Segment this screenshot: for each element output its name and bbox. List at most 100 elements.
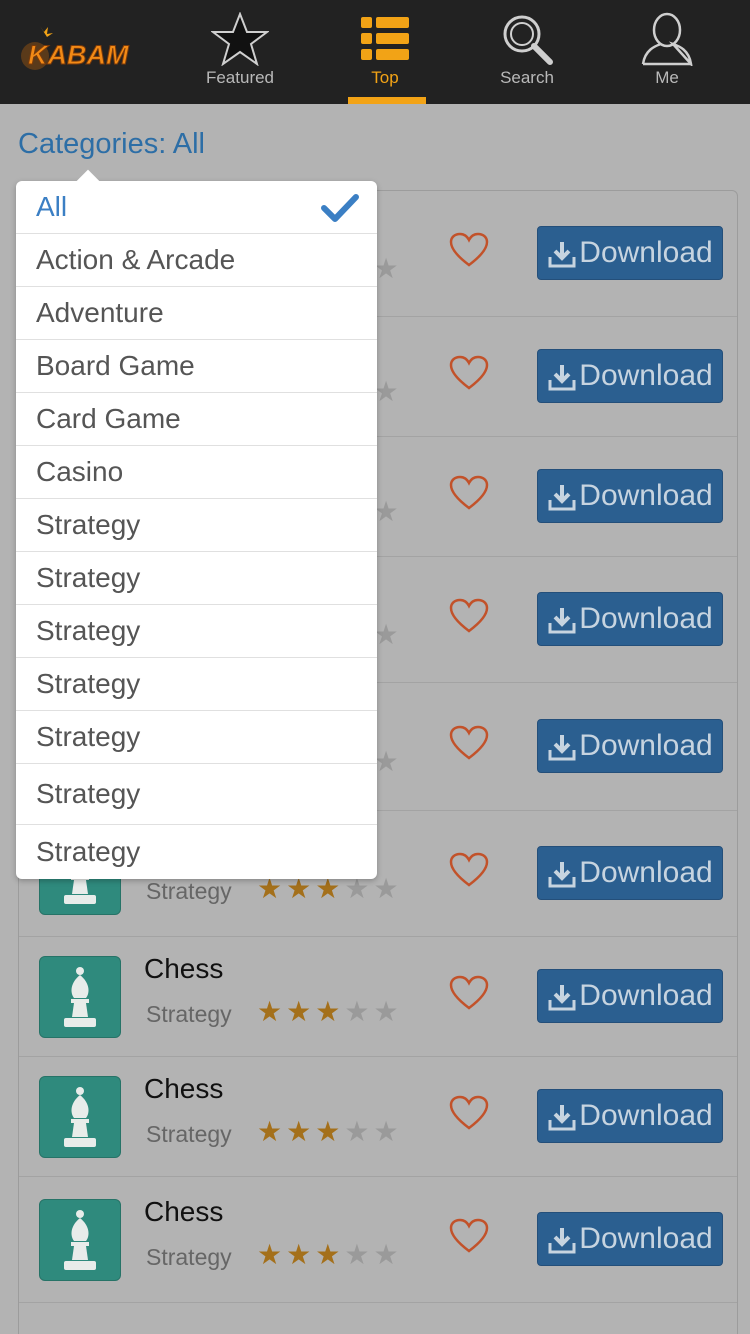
star-icon: ★ <box>315 1239 341 1270</box>
categories-dropdown-menu: All Action & Arcade Adventure Board Game Car… <box>16 169 377 879</box>
app-row[interactable]: Chess Strategy ★★★★★ Download <box>19 937 737 1057</box>
star-icon: ★ <box>257 1116 283 1147</box>
download-button[interactable]: Download <box>537 846 723 900</box>
download-label: Download <box>579 979 713 1012</box>
user-icon <box>637 12 697 66</box>
app-row[interactable]: ChessStrategy★★★★★Download <box>19 1057 737 1177</box>
download-button[interactable]: Download <box>537 469 723 523</box>
category-option[interactable]: Board Game <box>16 340 377 393</box>
category-option[interactable]: Strategy <box>16 552 377 605</box>
category-option[interactable]: Strategy <box>16 711 377 764</box>
nav-tab-search[interactable]: Search <box>472 0 582 104</box>
app-name: Chess <box>144 953 224 984</box>
app-category: Strategy <box>146 1121 232 1147</box>
category-option-label: Casino <box>36 456 124 487</box>
download-icon <box>548 608 576 634</box>
chess-bishop-icon[interactable] <box>39 1199 121 1281</box>
favorite-heart-icon[interactable] <box>449 355 489 391</box>
download-label: Download <box>579 856 713 889</box>
star-icon: ★ <box>286 1239 312 1270</box>
favorite-heart-icon[interactable] <box>449 1095 489 1131</box>
category-option[interactable]: Strategy <box>16 825 377 879</box>
download-icon <box>548 985 576 1011</box>
favorite-heart-icon[interactable] <box>449 1218 489 1254</box>
favorite-heart-icon[interactable] <box>449 475 489 511</box>
favorite-heart-icon[interactable] <box>449 725 489 761</box>
download-label: Download <box>579 729 713 762</box>
nav-label-me: Me <box>655 68 679 87</box>
kabam-logo[interactable]: KABAM <box>18 18 134 80</box>
nav-tab-featured[interactable]: Featured <box>185 0 295 104</box>
download-icon <box>548 485 576 511</box>
category-option[interactable]: Action & Arcade <box>16 234 377 287</box>
star-icon: ★ <box>373 376 399 407</box>
chess-bishop-icon[interactable] <box>39 956 121 1038</box>
favorite-heart-icon[interactable] <box>449 598 489 634</box>
download-label: Download <box>579 602 713 635</box>
star-icon: ★ <box>257 996 283 1027</box>
download-button[interactable]: Download <box>537 1089 723 1143</box>
category-option-label: Strategy <box>36 836 141 867</box>
favorite-heart-icon[interactable] <box>449 852 489 888</box>
category-option-label: Strategy <box>36 562 141 593</box>
category-option-label: Strategy <box>36 778 141 809</box>
category-option[interactable]: Strategy <box>16 499 377 552</box>
download-button[interactable]: Download <box>537 226 723 280</box>
download-button[interactable]: Download <box>537 719 723 773</box>
category-option-label: Strategy <box>36 668 141 699</box>
category-option[interactable]: Strategy <box>16 605 377 658</box>
download-icon <box>548 1105 576 1131</box>
nav-tab-top[interactable]: Top <box>330 0 440 104</box>
star-icon: ★ <box>373 1116 399 1147</box>
star-icon: ★ <box>257 1239 283 1270</box>
categories-dropdown-toggle[interactable]: Categories: All <box>18 128 205 161</box>
star-icon: ★ <box>373 619 399 650</box>
nav-label-top: Top <box>371 68 399 87</box>
chess-bishop-icon[interactable] <box>39 1076 121 1158</box>
star-icon: ★ <box>373 873 399 904</box>
app-category: Strategy <box>146 878 232 904</box>
category-option-label: All <box>36 191 68 222</box>
download-label: Download <box>579 359 713 392</box>
search-icon <box>497 12 557 66</box>
app-name: Chess <box>144 1073 224 1104</box>
nav-label-search: Search <box>500 68 554 87</box>
star-icon: ★ <box>373 496 399 527</box>
download-label: Download <box>579 479 713 512</box>
download-icon <box>548 365 576 391</box>
star-rating: ★★★★★ <box>257 1241 399 1269</box>
category-option-label: Board Game <box>36 350 195 381</box>
star-icon: ★ <box>315 996 341 1027</box>
download-label: Download <box>579 1222 713 1255</box>
download-button[interactable]: Download <box>537 349 723 403</box>
star-icon: ★ <box>315 1116 341 1147</box>
category-option[interactable]: Adventure <box>16 287 377 340</box>
download-label: Download <box>579 236 713 269</box>
favorite-heart-icon[interactable] <box>449 975 489 1011</box>
app-category: Strategy <box>146 1001 232 1027</box>
star-rating: ★★★★★ <box>257 875 399 903</box>
star-rating: ★★★★★ <box>257 1118 399 1146</box>
download-button[interactable]: Download <box>537 1212 723 1266</box>
star-icon: ★ <box>344 996 370 1027</box>
download-button[interactable]: Download <box>537 969 723 1023</box>
star-rating: ★★★★★ <box>257 998 399 1026</box>
star-icon: ★ <box>257 873 283 904</box>
category-option[interactable]: Casino <box>16 446 377 499</box>
nav-tab-me[interactable]: Me <box>612 0 722 104</box>
category-option-label: Strategy <box>36 615 141 646</box>
category-option-label: Card Game <box>36 403 181 434</box>
category-option[interactable]: All <box>16 181 377 234</box>
favorite-heart-icon[interactable] <box>449 232 489 268</box>
category-option-label: Strategy <box>36 721 141 752</box>
category-option[interactable]: Strategy <box>16 658 377 711</box>
category-option-label: Strategy <box>36 509 141 540</box>
category-option[interactable]: Strategy <box>16 764 377 825</box>
download-icon <box>548 735 576 761</box>
star-icon: ★ <box>344 873 370 904</box>
app-row[interactable]: ChessStrategy★★★★★Download <box>19 1177 737 1303</box>
category-option[interactable]: Card Game <box>16 393 377 446</box>
download-icon <box>548 1228 576 1254</box>
download-button[interactable]: Download <box>537 592 723 646</box>
star-icon: ★ <box>344 1239 370 1270</box>
